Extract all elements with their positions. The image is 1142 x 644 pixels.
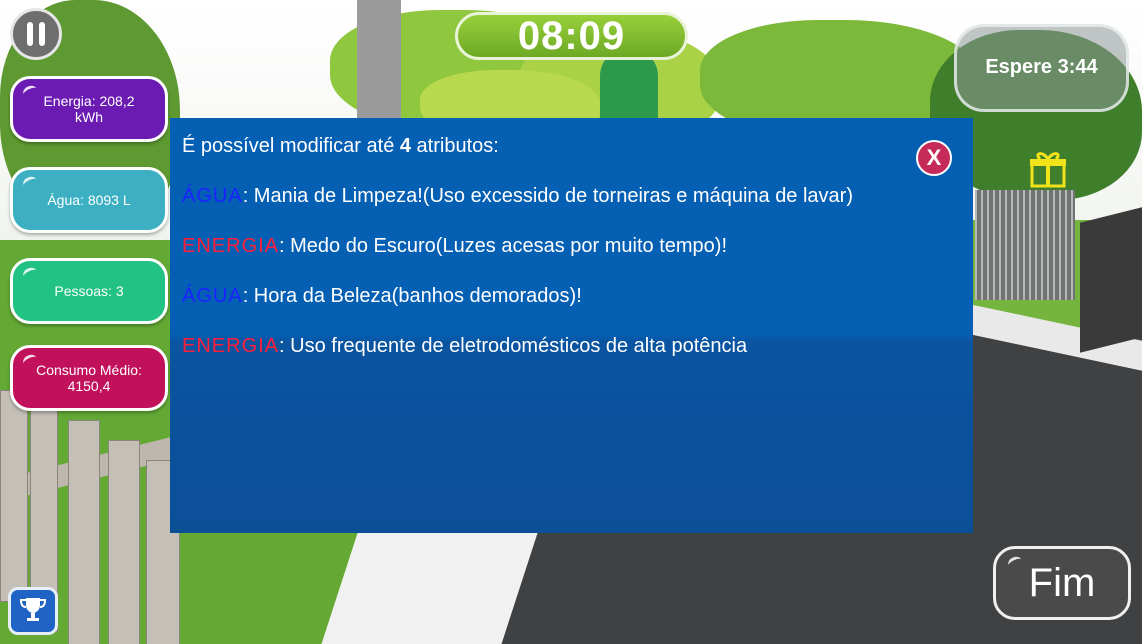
pause-icon [27, 22, 45, 46]
attribute-item[interactable]: ENERGIA: Medo do Escuro(Luzes acesas por… [182, 234, 961, 258]
attribute-item[interactable]: ÁGUA: Mania de Limpeza!(Uso excessido de… [182, 184, 961, 208]
metal-fence [975, 190, 1075, 300]
intro-count: 4 [399, 135, 411, 157]
attribute-type: ÁGUA [182, 185, 243, 207]
finish-button[interactable]: Fim [993, 546, 1131, 620]
sidewalk [321, 530, 539, 644]
game-timer: 08:09 [455, 12, 688, 60]
attribute-text: : Mania de Limpeza!(Uso excessido de tor… [242, 185, 853, 207]
fence-plank [0, 390, 28, 602]
attribute-type: ÁGUA [182, 285, 243, 307]
attribute-text: : Uso frequente de eletrodomésticos de a… [279, 335, 748, 357]
energy-stat-label: Energia: 208,2 kWh [43, 93, 135, 125]
energy-stat: Energia: 208,2 kWh [10, 76, 168, 142]
gift-icon[interactable] [1028, 150, 1068, 188]
water-stat-label: Água: 8093 L [47, 192, 131, 208]
people-stat: Pessoas: 3 [10, 258, 168, 324]
intro-prefix: É possível modificar até [182, 135, 400, 157]
people-stat-label: Pessoas: 3 [54, 283, 124, 299]
fence-plank [68, 420, 100, 644]
mailbox [1080, 207, 1142, 353]
street-pole [357, 0, 401, 120]
average-consumption-stat: Consumo Médio: 4150,4 [10, 345, 168, 411]
average-consumption-label: Consumo Médio: 4150,4 [36, 362, 142, 394]
water-stat: Água: 8093 L [10, 167, 168, 233]
wait-button[interactable]: Espere 3:44 [954, 24, 1129, 112]
trophy-button[interactable] [8, 587, 58, 635]
attribute-type: ENERGIA [182, 235, 280, 257]
attribute-item[interactable]: ENERGIA: Uso frequente de eletrodoméstic… [182, 334, 961, 358]
attribute-item[interactable]: ÁGUA: Hora da Beleza(banhos demorados)! [182, 284, 961, 308]
attribute-type: ENERGIA [182, 335, 280, 357]
attributes-dialog: É possível modificar até 4 atributos: ÁG… [170, 118, 973, 533]
attribute-text: : Hora da Beleza(banhos demorados)! [242, 285, 582, 307]
intro-suffix: atributos: [411, 135, 499, 157]
finish-button-label: Fim [1028, 560, 1096, 605]
dialog-intro: É possível modificar até 4 atributos: [182, 134, 961, 158]
attribute-text: : Medo do Escuro(Luzes acesas por muito … [279, 235, 728, 257]
trophy-icon [18, 594, 48, 629]
fence-plank [108, 440, 140, 644]
close-icon: X [926, 145, 942, 170]
pause-button[interactable] [10, 8, 62, 60]
close-button[interactable]: X [916, 140, 952, 176]
